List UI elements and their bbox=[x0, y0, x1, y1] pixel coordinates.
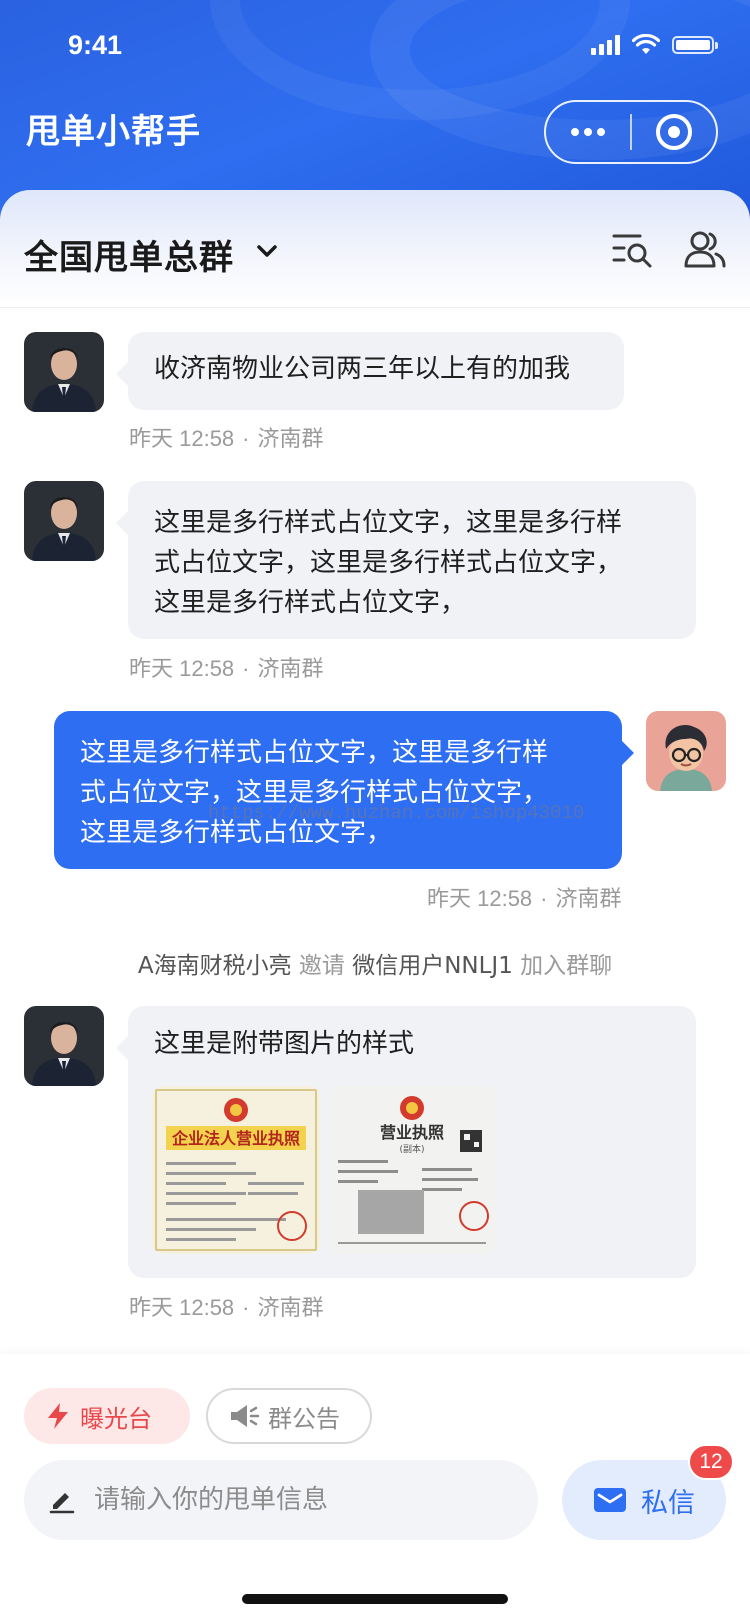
message-line: 这里是多行样式占位文字， bbox=[154, 588, 467, 618]
message-time: 昨天 12:58 bbox=[129, 656, 235, 681]
notice-button[interactable]: 群公告 bbox=[206, 1388, 372, 1444]
image-thumbnail[interactable]: 营业执照 (副本) bbox=[328, 1086, 496, 1254]
avatar[interactable] bbox=[24, 1006, 104, 1086]
app-title: 甩单小帮手 bbox=[26, 112, 201, 152]
private-message-label: 私信 bbox=[641, 1487, 695, 1519]
bottom-bar: 曝光台 群公告 私信 12 bbox=[0, 1354, 750, 1624]
message-text: 收济南物业公司两三年以上有的加我 bbox=[154, 354, 571, 384]
license-subtitle: (副本) bbox=[399, 1143, 424, 1155]
message-group: 济南群 bbox=[257, 1295, 324, 1320]
search-list-icon[interactable] bbox=[610, 226, 656, 272]
license-title: 企业法人营业执照 bbox=[171, 1129, 300, 1148]
message-meta: 昨天 12:58 · 济南群 bbox=[129, 1295, 324, 1320]
battery-icon bbox=[672, 36, 718, 54]
more-icon[interactable] bbox=[546, 102, 630, 162]
message-meta: 昨天 12:58 · 济南群 bbox=[129, 426, 324, 451]
message-bubble: 收济南物业公司两三年以上有的加我 bbox=[116, 332, 624, 410]
watermark: https://www.huzhan.com/ishop43010 bbox=[208, 802, 585, 824]
avatar[interactable] bbox=[24, 481, 104, 561]
megaphone-icon bbox=[231, 1405, 260, 1427]
signal-icon bbox=[591, 35, 620, 55]
invitee-name[interactable]: 微信用户NNLJ1 bbox=[352, 953, 513, 979]
message-group: 济南群 bbox=[257, 426, 324, 451]
status-icons bbox=[591, 34, 718, 56]
message-meta: 昨天 12:58 · 济南群 bbox=[129, 656, 324, 681]
group-name[interactable]: 全国甩单总群 bbox=[24, 230, 234, 279]
message-line: 这里是多行样式占位文字，这里是多行样 bbox=[80, 738, 549, 768]
notice-label: 群公告 bbox=[268, 1404, 340, 1433]
invite-suffix: 加入群聊 bbox=[520, 953, 613, 979]
my-avatar[interactable] bbox=[646, 711, 726, 791]
message-time: 昨天 12:58 bbox=[129, 1295, 235, 1320]
exposure-button[interactable]: 曝光台 bbox=[24, 1388, 190, 1444]
message-time: 昨天 12:58 bbox=[129, 426, 235, 451]
mail-icon bbox=[594, 1488, 626, 1512]
mini-program-capsule bbox=[544, 100, 718, 164]
close-target-icon[interactable] bbox=[632, 102, 716, 162]
message-bubble: 这里是多行样式占位文字，这里是多行样 式占位文字，这里是多行样式占位文字， 这里… bbox=[116, 481, 696, 639]
image-thumbnail[interactable]: 企业法人营业执照 bbox=[152, 1086, 320, 1254]
inviter-name[interactable]: A海南财税小亮 bbox=[138, 953, 292, 979]
system-message: A海南财税小亮 邀请 微信用户NNLJ1 加入群聊 bbox=[0, 946, 750, 980]
message-line: 这里是多行样式占位文字，这里是多行样 bbox=[154, 508, 623, 538]
my-message-bubble: 这里是多行样式占位文字，这里是多行样 式占位文字，这里是多行样式占位文字， 这里… bbox=[54, 711, 634, 869]
exposure-label: 曝光台 bbox=[80, 1404, 152, 1433]
members-icon[interactable] bbox=[682, 226, 728, 272]
message-group: 济南群 bbox=[257, 656, 324, 681]
unread-badge: 12 bbox=[688, 1444, 734, 1480]
message-text: 这里是附带图片的样式 bbox=[154, 1029, 415, 1059]
home-indicator bbox=[242, 1594, 508, 1604]
message-meta: 昨天 12:58 · 济南群 bbox=[427, 886, 622, 911]
message-input-box[interactable] bbox=[24, 1460, 538, 1540]
message-time: 昨天 12:58 bbox=[427, 886, 533, 911]
message-group: 济南群 bbox=[555, 886, 622, 911]
invite-action: 邀请 bbox=[298, 953, 345, 979]
lightning-icon bbox=[48, 1403, 68, 1429]
avatar[interactable] bbox=[24, 332, 104, 412]
wifi-icon bbox=[632, 34, 660, 54]
message-input[interactable] bbox=[94, 1485, 494, 1515]
status-time: 9:41 bbox=[68, 30, 123, 60]
group-header: 全国甩单总群 bbox=[0, 190, 750, 308]
edit-icon bbox=[49, 1493, 75, 1514]
license-title: 营业执照 bbox=[380, 1123, 444, 1142]
chevron-down-icon[interactable] bbox=[254, 238, 280, 264]
message-line: 式占位文字，这里是多行样式占位文字， bbox=[154, 548, 623, 578]
